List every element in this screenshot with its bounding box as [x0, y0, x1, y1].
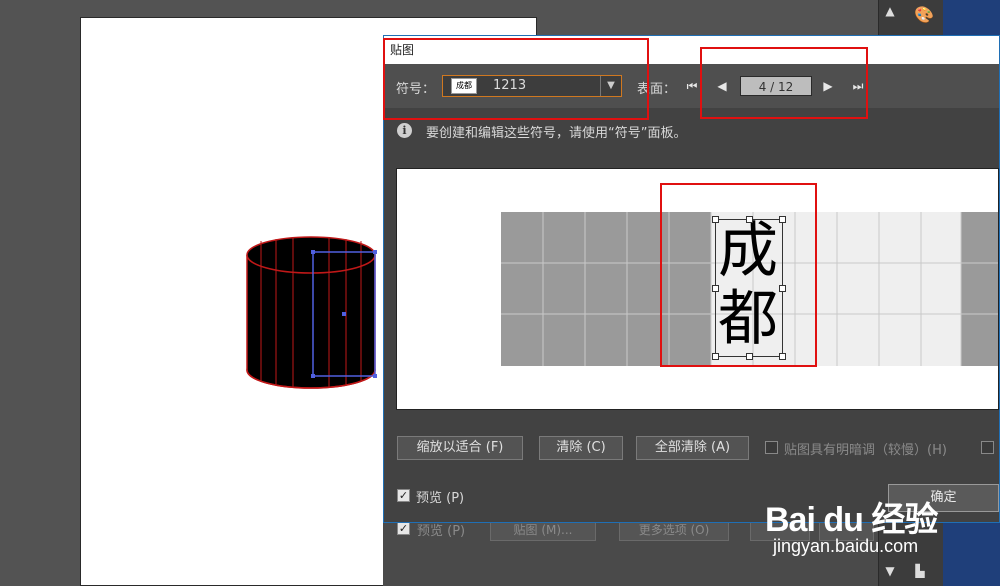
clear-button[interactable]: 清除 (C) [539, 436, 623, 460]
preview-label: 预览 (P) [416, 491, 465, 506]
color-palette-icon[interactable]: 🎨 [909, 4, 939, 26]
scale-to-fit-button[interactable]: 缩放以适合 (F) [397, 436, 523, 460]
first-surface-icon[interactable]: ⏮ [684, 76, 700, 96]
cylinder-artwork[interactable] [241, 233, 381, 393]
invisible-geometry-checkbox[interactable] [981, 441, 994, 454]
highlight-symbol-placement-box [660, 183, 817, 367]
info-icon: i [397, 123, 412, 138]
highlight-symbol-box [383, 38, 649, 120]
preview-checkbox[interactable]: ✓ [397, 489, 410, 502]
shade-artwork-label: 贴图具有明暗调（较慢）(H) [784, 443, 947, 458]
baidu-watermark: Bai du 经验 jingyan.baidu.com [765, 478, 1000, 586]
collapse-up-icon[interactable]: ▲ [879, 0, 901, 22]
watermark-logo: Bai du 经验 [765, 501, 938, 539]
behind-preview-checkbox[interactable]: ✓ [397, 522, 410, 535]
highlight-surface-box [700, 47, 868, 119]
info-text: 要创建和编辑这些符号，请使用“符号”面板。 [426, 126, 687, 141]
watermark-url: jingyan.baidu.com [773, 536, 919, 556]
clear-all-button[interactable]: 全部清除 (A) [636, 436, 749, 460]
info-row: i 要创建和编辑这些符号，请使用“符号”面板。 [384, 116, 999, 144]
shade-artwork-checkbox[interactable] [765, 441, 778, 454]
